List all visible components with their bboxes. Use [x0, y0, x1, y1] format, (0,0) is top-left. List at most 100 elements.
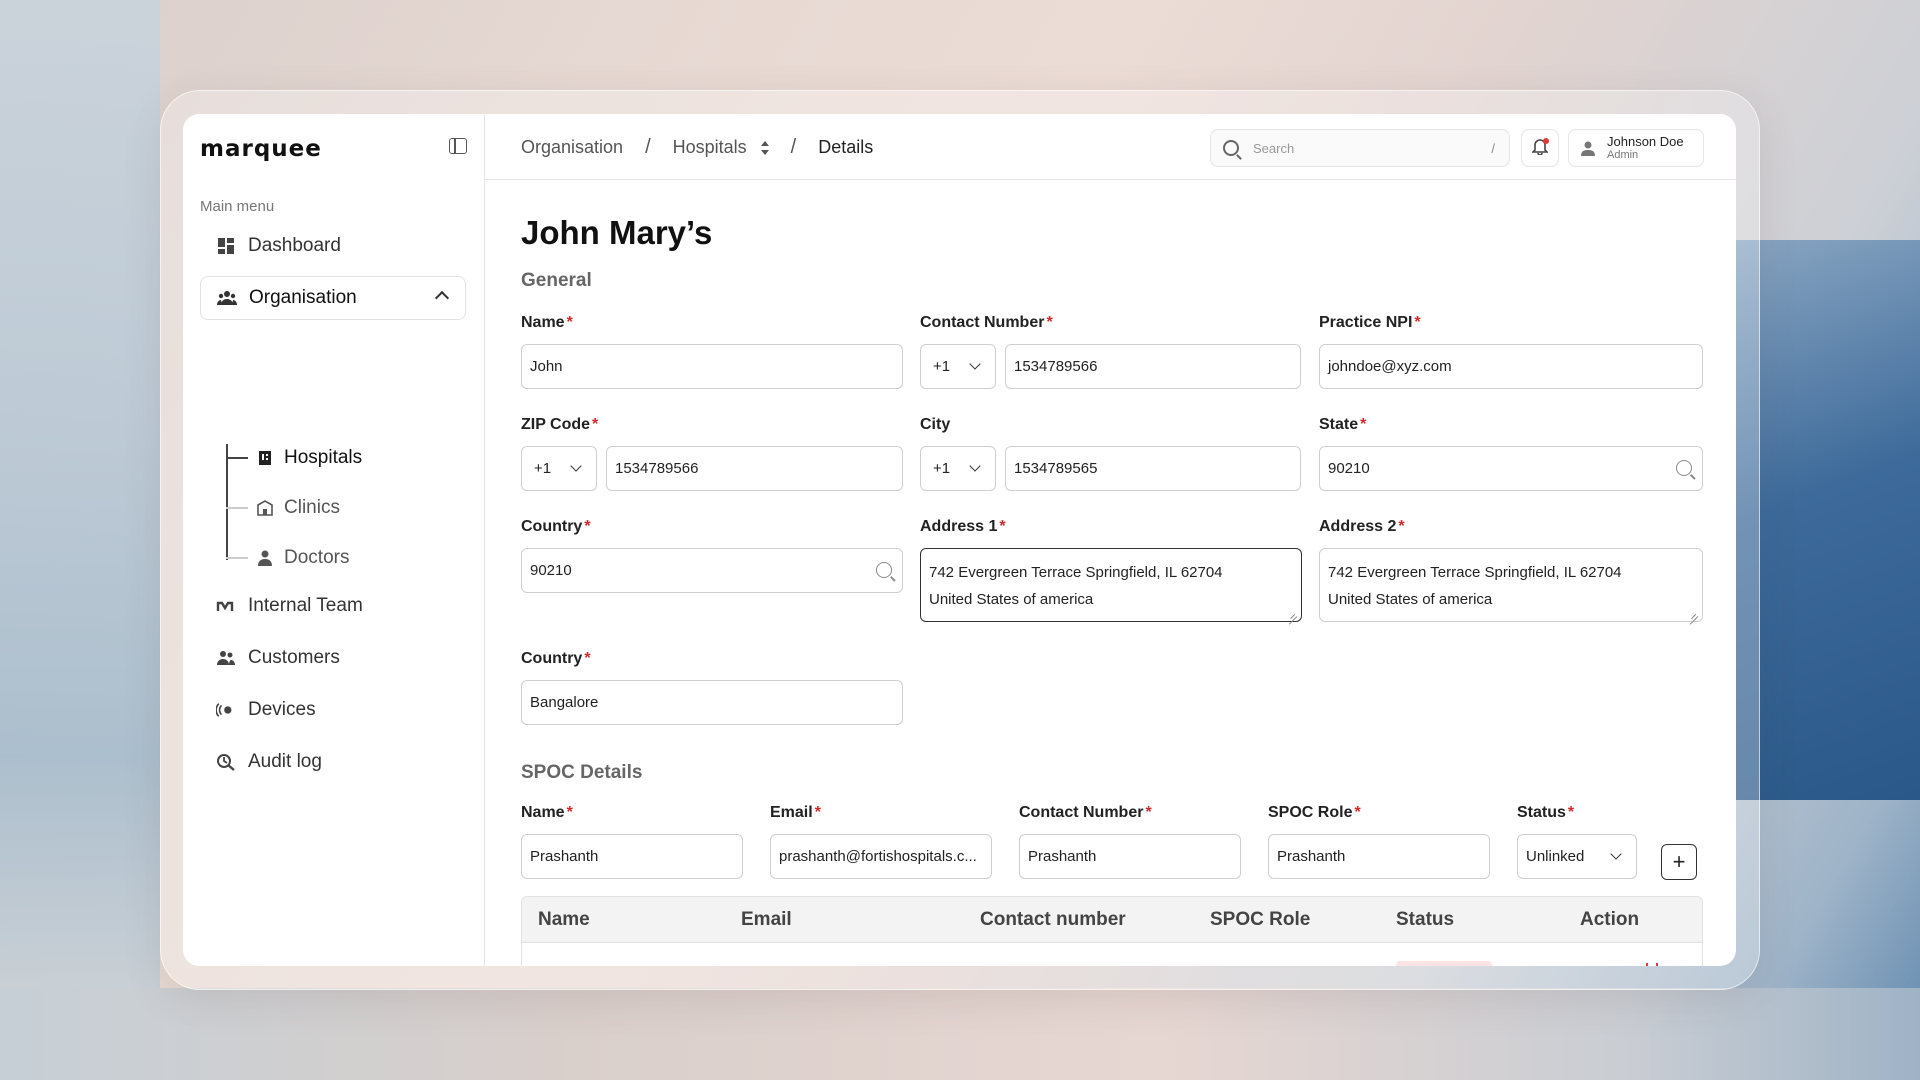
sidebar-item-label: Organisation: [249, 287, 357, 308]
contact-field[interactable]: 1534789566: [1005, 344, 1301, 389]
zip-label: ZIP Code *: [521, 416, 599, 433]
column-name: Name: [538, 909, 590, 930]
sidebar-subitem-label: Clinics: [284, 497, 340, 518]
trash-icon[interactable]: [1646, 963, 1658, 966]
add-spoc-button[interactable]: +: [1661, 844, 1697, 880]
npi-field[interactable]: johndoe@xyz.com: [1319, 344, 1703, 389]
spoc-email-label: Email *: [770, 804, 821, 821]
notification-dot: [1543, 138, 1549, 144]
search-shortcut: /: [1491, 140, 1495, 156]
dashboard-icon: [216, 236, 236, 256]
contact-code-select[interactable]: +1: [920, 344, 996, 389]
name-label: Name *: [521, 314, 573, 331]
sort-icon[interactable]: [760, 140, 769, 156]
doctor-icon: [256, 549, 274, 567]
user-icon: [1579, 139, 1597, 157]
clinic-icon: [256, 499, 274, 517]
column-email: Email: [741, 909, 792, 930]
hospital-icon: [256, 449, 274, 467]
spoc-email-field[interactable]: prashanth@fortishospitals.c...: [770, 834, 992, 879]
spoc-name-field[interactable]: Prashanth: [521, 834, 743, 879]
spoc-status-select[interactable]: Unlinked: [1517, 834, 1637, 879]
sidebar-item-customers[interactable]: Customers: [200, 636, 466, 680]
status-badge: [1396, 961, 1492, 966]
column-role: SPOC Role: [1210, 909, 1311, 930]
address2-field[interactable]: 742 Evergreen Terrace Springfield, IL 62…: [1319, 548, 1703, 622]
sidebar-item-label: Audit log: [248, 751, 322, 772]
sidebar-item-internal-team[interactable]: Internal Team: [200, 584, 466, 628]
user-menu[interactable]: Johnson Doe Admin: [1568, 129, 1704, 167]
country-field[interactable]: 90210: [521, 548, 903, 593]
top-bar: Organisation / Hospitals / Details Searc…: [485, 114, 1736, 180]
contact-label: Contact Number *: [920, 314, 1053, 331]
sidebar-item-dashboard[interactable]: Dashboard: [200, 224, 466, 268]
column-action: Action: [1580, 909, 1640, 930]
main-content: Organisation / Hospitals / Details Searc…: [485, 114, 1736, 966]
user-role: Admin: [1607, 148, 1639, 161]
name-field[interactable]: John: [521, 344, 903, 389]
sidebar-subitem-doctors[interactable]: Doctors: [226, 538, 349, 578]
city-code-select[interactable]: +1: [920, 446, 996, 491]
zip-field[interactable]: 1534789566: [606, 446, 903, 491]
spoc-status-label: Status *: [1517, 804, 1575, 821]
resize-handle-icon: [1689, 608, 1698, 617]
search-icon: [1223, 140, 1239, 156]
table-header: Name Email Contact number SPOC Role Stat…: [522, 897, 1702, 943]
background-left: [0, 0, 160, 1080]
search-icon: [876, 562, 892, 578]
internal-team-icon: [216, 596, 236, 616]
chevron-down-icon: [969, 358, 981, 370]
sidebar-subitem-clinics[interactable]: Clinics: [226, 488, 340, 528]
audit-log-icon: [216, 752, 236, 772]
spoc-contact-field[interactable]: Prashanth: [1019, 834, 1241, 879]
user-name: Johnson Doe: [1607, 133, 1684, 149]
address1-field[interactable]: 742 Evergreen Terrace Springfield, IL 62…: [920, 548, 1302, 622]
sidebar-subitem-label: Doctors: [284, 547, 350, 568]
sidebar-item-audit-log[interactable]: Audit log: [200, 740, 466, 784]
search-input[interactable]: Search /: [1210, 129, 1510, 167]
app-window: marquee Main menu Dashboard Organisation…: [183, 114, 1736, 966]
zip-code-select[interactable]: +1: [521, 446, 597, 491]
devices-icon: [216, 700, 236, 720]
notification-button[interactable]: [1521, 129, 1559, 167]
sidebar-item-organisation[interactable]: Organisation: [200, 276, 466, 320]
sidebar-item-label: Internal Team: [248, 595, 363, 616]
chevron-down-icon: [570, 460, 582, 472]
country2-label: Country *: [521, 650, 591, 667]
menu-heading: Main menu: [200, 198, 275, 215]
spoc-role-label: SPOC Role *: [1268, 804, 1361, 821]
sidebar-item-label: Dashboard: [248, 235, 341, 256]
search-placeholder: Search: [1253, 140, 1295, 156]
spoc-role-field[interactable]: Prashanth: [1268, 834, 1490, 879]
sidebar-item-devices[interactable]: Devices: [200, 688, 466, 732]
section-general: General: [521, 270, 592, 291]
customers-icon: [216, 648, 236, 668]
spoc-contact-label: Contact Number *: [1019, 804, 1152, 821]
chevron-down-icon: [1610, 848, 1622, 860]
organisation-icon: [217, 288, 237, 308]
sidebar-item-label: Devices: [248, 699, 316, 720]
spoc-table: Name Email Contact number SPOC Role Stat…: [521, 896, 1703, 966]
sidebar: marquee Main menu Dashboard Organisation…: [183, 114, 485, 966]
sidebar-subitem-label: Hospitals: [284, 447, 363, 468]
breadcrumb-hospitals[interactable]: Hospitals: [673, 137, 747, 158]
background-bottom: [0, 988, 1920, 1080]
sidebar-item-label: Customers: [248, 647, 340, 668]
breadcrumb-organisation[interactable]: Organisation: [521, 137, 623, 158]
address2-label: Address 2 *: [1319, 518, 1405, 535]
sidebar-subitem-hospitals[interactable]: Hospitals: [226, 438, 362, 478]
state-label: State *: [1319, 416, 1367, 433]
country-label: Country *: [521, 518, 591, 535]
resize-handle-icon: [1288, 608, 1297, 617]
address1-label: Address 1 *: [920, 518, 1006, 535]
npi-label: Practice NPI *: [1319, 314, 1421, 331]
state-field[interactable]: 90210: [1319, 446, 1703, 491]
chevron-down-icon: [969, 460, 981, 472]
sidebar-toggle-icon[interactable]: [449, 138, 467, 154]
breadcrumb-details: Details: [818, 137, 874, 157]
logo: marquee: [200, 136, 322, 162]
city-label: City: [920, 416, 951, 433]
country2-field[interactable]: Bangalore: [521, 680, 903, 725]
section-spoc: SPOC Details: [521, 762, 643, 783]
city-field[interactable]: 1534789565: [1005, 446, 1301, 491]
